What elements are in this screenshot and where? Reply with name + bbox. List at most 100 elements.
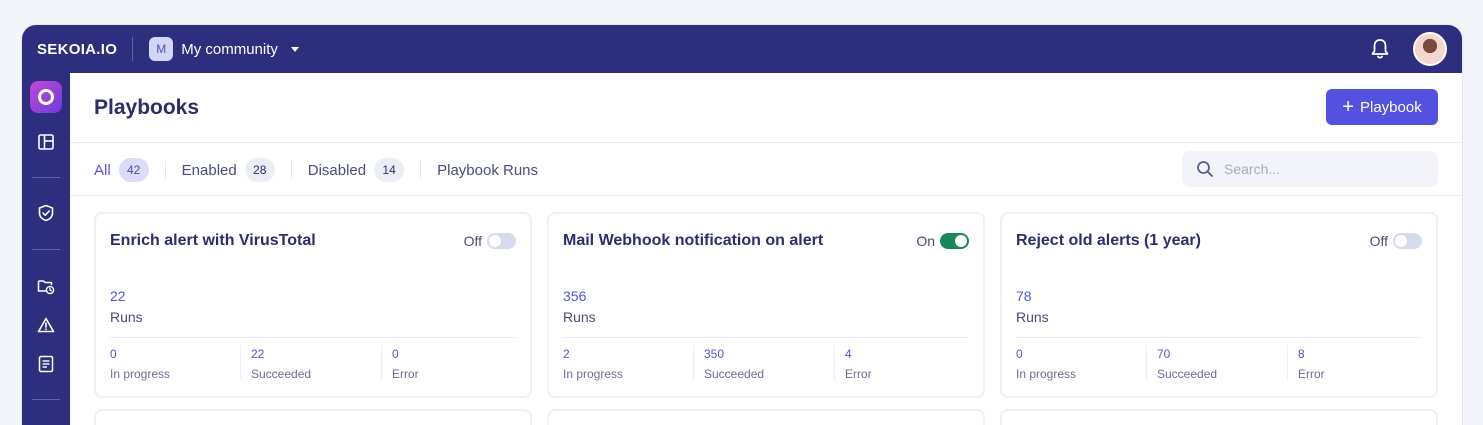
playbook-card[interactable]: Enrich alert with VirusTotal Off 22 Runs…	[94, 212, 532, 398]
stat-value: 350	[704, 347, 725, 361]
tab-divider	[420, 161, 422, 179]
stat-value: 22	[251, 347, 265, 361]
tab-playbook-runs[interactable]: Playbook Runs	[437, 162, 538, 179]
stat-value: 0	[1016, 347, 1023, 361]
sidebar-divider	[32, 399, 60, 400]
tab-label: All	[94, 161, 111, 179]
stat-in-progress: 0 In progress	[110, 347, 170, 383]
stat-succeeded: 22 Succeeded	[251, 347, 311, 383]
dashboard-icon[interactable]	[37, 133, 55, 151]
stat-succeeded: 70 Succeeded	[1157, 347, 1217, 383]
runs-count: 22	[110, 288, 126, 304]
search-box	[1182, 151, 1438, 187]
stat-value: 0	[110, 347, 117, 361]
user-avatar[interactable]	[1413, 32, 1447, 66]
toggle-switch[interactable]	[940, 233, 969, 249]
stat-divider	[1146, 345, 1147, 381]
playbook-toggle: Off	[464, 233, 516, 249]
runs-count: 356	[563, 288, 587, 304]
add-playbook-button[interactable]: + Playbook	[1326, 89, 1438, 125]
brand-divider	[132, 37, 134, 61]
tab-label: Playbook Runs	[437, 161, 539, 179]
toggle-switch[interactable]	[487, 233, 516, 249]
warning-icon[interactable]	[37, 316, 55, 334]
playbook-toggle: On	[916, 233, 969, 249]
tab-divider	[164, 161, 166, 179]
playbook-card[interactable]: Reject old alerts (1 year) Off 78 Runs 0…	[1000, 212, 1438, 398]
tab-disabled[interactable]: Disabled 14	[308, 158, 405, 182]
runs-count: 78	[1016, 288, 1032, 304]
toolbar-divider	[70, 195, 1462, 196]
community-name: My community	[181, 40, 278, 58]
tab-count-badge: 28	[244, 158, 275, 182]
add-playbook-label: Playbook	[1359, 98, 1422, 116]
stat-value: 70	[1157, 347, 1171, 361]
chevron-down-icon	[290, 46, 299, 52]
stat-value: 4	[845, 347, 852, 361]
playbook-toggle: Off	[1370, 233, 1422, 249]
stat-value: 2	[563, 347, 570, 361]
stat-label: In progress	[110, 367, 171, 381]
stat-label: Succeeded	[704, 367, 765, 381]
playbook-title[interactable]: Reject old alerts (1 year)	[1016, 232, 1201, 250]
community-selector[interactable]: M My community	[149, 37, 299, 61]
stat-error: 0 Error	[392, 347, 419, 383]
stat-label: Error	[845, 367, 872, 381]
stat-label: Succeeded	[1157, 367, 1218, 381]
stat-divider	[834, 345, 835, 381]
main-content: Playbooks + Playbook All 42 Enabled 28 D…	[70, 73, 1462, 425]
app-window: SEKOIA.IO M My community Playbooks + Pla…	[22, 25, 1462, 425]
playbook-card-partial[interactable]	[1000, 409, 1438, 425]
tab-count-badge: 42	[118, 158, 149, 182]
sidebar	[22, 73, 70, 425]
playbook-title[interactable]: Mail Webhook notification on alert	[563, 232, 823, 250]
card-divider	[110, 337, 516, 338]
stat-in-progress: 0 In progress	[1016, 347, 1076, 383]
stat-in-progress: 2 In progress	[563, 347, 623, 383]
top-navigation-bar: SEKOIA.IO M My community	[22, 25, 1462, 73]
stat-divider	[381, 345, 382, 381]
search-input[interactable]	[1224, 161, 1424, 177]
playbook-card[interactable]: Mail Webhook notification on alert On 35…	[547, 212, 985, 398]
card-divider	[1016, 337, 1422, 338]
filter-tabs: All 42 Enabled 28 Disabled 14 Playbook R…	[94, 157, 538, 183]
toggle-label: On	[916, 233, 935, 249]
runs-label: Runs	[1016, 309, 1049, 325]
tab-label: Enabled	[181, 161, 237, 179]
sidebar-divider	[32, 177, 60, 178]
sidebar-divider	[32, 249, 60, 250]
search-icon	[1197, 161, 1213, 177]
stat-value: 8	[1298, 347, 1305, 361]
plus-icon: +	[1342, 96, 1354, 118]
stat-label: Error	[392, 367, 419, 381]
report-list-icon[interactable]	[37, 355, 55, 373]
stat-value: 0	[392, 347, 399, 361]
stat-succeeded: 350 Succeeded	[704, 347, 764, 383]
stat-divider	[1287, 345, 1288, 381]
runs-label: Runs	[563, 309, 596, 325]
folder-clock-icon[interactable]	[37, 277, 55, 295]
header-divider	[70, 142, 1462, 143]
card-divider	[563, 337, 969, 338]
playbook-card-partial[interactable]	[547, 409, 985, 425]
stat-label: In progress	[563, 367, 624, 381]
stat-error: 8 Error	[1298, 347, 1325, 383]
stat-error: 4 Error	[845, 347, 872, 383]
toggle-label: Off	[463, 233, 482, 249]
tab-enabled[interactable]: Enabled 28	[182, 158, 275, 182]
runs-label: Runs	[110, 309, 143, 325]
tab-divider	[290, 161, 292, 179]
playbook-card-partial[interactable]	[94, 409, 532, 425]
community-badge: M	[149, 37, 174, 61]
toggle-switch[interactable]	[1393, 233, 1422, 249]
stat-label: In progress	[1016, 367, 1077, 381]
playbook-title[interactable]: Enrich alert with VirusTotal	[110, 232, 316, 250]
tab-all[interactable]: All 42	[94, 158, 149, 182]
page-title: Playbooks	[94, 96, 200, 119]
brand-logo[interactable]: SEKOIA.IO	[37, 41, 117, 58]
stat-label: Error	[1298, 367, 1325, 381]
bell-icon[interactable]	[1370, 38, 1390, 60]
app-logo-icon[interactable]	[30, 81, 62, 113]
shield-check-icon[interactable]	[37, 204, 55, 222]
tab-count-badge: 14	[374, 158, 405, 182]
